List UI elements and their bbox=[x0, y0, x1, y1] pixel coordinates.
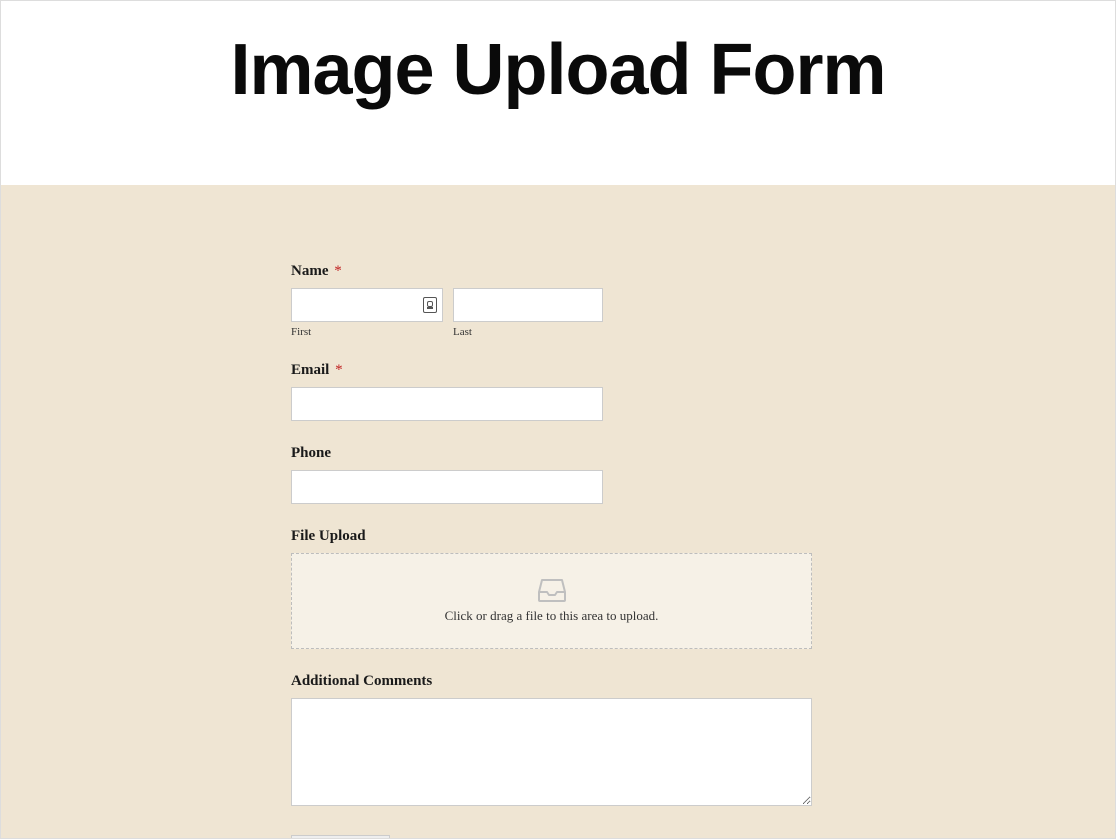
name-last-col: Last bbox=[453, 288, 603, 338]
name-label: Name bbox=[291, 263, 329, 279]
file-upload-label: File Upload bbox=[291, 528, 813, 545]
name-first-col: First bbox=[291, 288, 443, 338]
submit-button[interactable]: Submit bbox=[291, 835, 390, 839]
first-name-input[interactable] bbox=[291, 288, 443, 322]
comments-label: Additional Comments bbox=[291, 673, 813, 690]
comments-textarea[interactable] bbox=[291, 698, 812, 806]
field-phone: Phone bbox=[291, 445, 813, 504]
field-comments: Additional Comments bbox=[291, 673, 813, 811]
phone-input[interactable] bbox=[291, 470, 603, 504]
email-label: Email bbox=[291, 362, 329, 378]
field-email: Email * bbox=[291, 362, 813, 421]
field-file-upload: File Upload Click or drag a file to this… bbox=[291, 528, 813, 649]
dropzone-text: Click or drag a file to this area to upl… bbox=[445, 608, 659, 624]
last-name-sublabel: Last bbox=[453, 326, 603, 338]
email-label-row: Email * bbox=[291, 362, 813, 379]
upload-form: Name * First Last bbox=[291, 263, 813, 839]
inbox-icon bbox=[538, 578, 566, 602]
form-body: Name * First Last bbox=[1, 185, 1115, 838]
file-dropzone[interactable]: Click or drag a file to this area to upl… bbox=[291, 553, 812, 649]
page-header: Image Upload Form bbox=[1, 1, 1115, 185]
field-name: Name * First Last bbox=[291, 263, 813, 338]
page-title: Image Upload Form bbox=[230, 29, 885, 111]
name-label-row: Name * bbox=[291, 263, 813, 280]
last-name-input[interactable] bbox=[453, 288, 603, 322]
email-required-mark: * bbox=[335, 362, 343, 378]
page-container: Image Upload Form Name * First bbox=[0, 0, 1116, 839]
name-inputs-row: First Last bbox=[291, 288, 813, 338]
name-required-mark: * bbox=[334, 263, 342, 279]
email-input[interactable] bbox=[291, 387, 603, 421]
phone-label: Phone bbox=[291, 445, 813, 462]
first-name-sublabel: First bbox=[291, 326, 443, 338]
first-name-wrapper bbox=[291, 288, 443, 322]
